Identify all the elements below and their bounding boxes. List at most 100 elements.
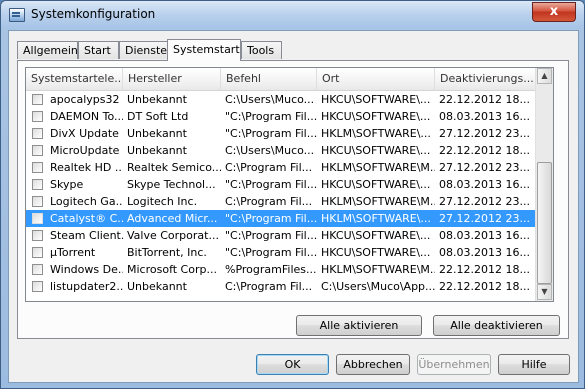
table-row[interactable]: Skype Skype Technol... "C:\Program Fil... H… [26, 176, 536, 193]
startup-item-checkbox[interactable] [32, 179, 43, 190]
startup-item-checkbox[interactable] [32, 111, 43, 122]
column-header-command[interactable]: Befehl [221, 68, 317, 90]
column-header-location[interactable]: Ort [317, 68, 435, 90]
column-header-disabled-date[interactable]: Deaktivierungs... [435, 68, 536, 90]
item-name-cell: MicroUpdate [50, 144, 120, 157]
table-row[interactable]: apocalyps32 Unbekannt C:\Users\Muco... HKCU… [26, 91, 536, 108]
column-header-vendor[interactable]: Hersteller [123, 68, 221, 90]
item-name-cell: Steam Client... [50, 229, 123, 242]
vendor-cell: Unbekannt [127, 127, 187, 140]
startup-item-checkbox[interactable] [32, 94, 43, 105]
vertical-scrollbar[interactable]: ▲ ▼ [535, 68, 553, 301]
chevron-down-icon: ▼ [541, 287, 548, 296]
tab-tools[interactable]: Tools [241, 41, 282, 59]
startup-item-checkbox[interactable] [32, 145, 43, 156]
startup-item-checkbox[interactable] [32, 247, 43, 258]
enable-all-button[interactable]: Alle aktivieren [296, 315, 422, 336]
table-row[interactable]: Steam Client... Valve Corporat... "C:\Prog… [26, 227, 536, 244]
item-name-cell: listupdater2.... [50, 280, 123, 293]
location-cell: HKLM\SOFTWARE\M... [321, 263, 435, 276]
scroll-thumb[interactable] [537, 162, 552, 284]
table-row[interactable]: Logitech Ga... Logitech Inc. C:\Program Fi… [26, 193, 536, 210]
command-cell: C:\Users\Muco... [225, 144, 315, 157]
startup-item-checkbox[interactable] [32, 230, 43, 241]
tab-allgemein[interactable]: Allgemein [17, 41, 78, 59]
item-name-cell: Realtek HD ... [50, 161, 123, 174]
vendor-cell: Skype Technol... [127, 178, 216, 191]
startup-item-checkbox[interactable] [32, 162, 43, 173]
command-cell: %ProgramFiles... [225, 263, 317, 276]
system-config-icon [9, 8, 25, 22]
command-cell: "C:\Program Fil... [225, 110, 317, 123]
disabled-date-cell: 08.03.2013 16... [439, 229, 530, 242]
disable-all-button[interactable]: Alle deaktivieren [433, 315, 560, 336]
vendor-cell: Unbekannt [127, 93, 187, 106]
disabled-date-cell: 08.03.2013 16... [439, 178, 530, 191]
location-cell: HKLM\SOFTWARE\... [321, 127, 431, 140]
help-button[interactable]: Hilfe [498, 354, 570, 375]
vendor-cell: Realtek Semico... [127, 161, 221, 174]
location-cell: HKLM\SOFTWARE\M... [321, 161, 435, 174]
disabled-date-cell: 08.03.2013 16... [439, 246, 530, 259]
tab-systemstart[interactable]: Systemstart [167, 39, 241, 61]
vendor-cell: DT Soft Ltd [127, 110, 189, 123]
startup-items-list[interactable]: Systemstartele... Hersteller Befehl Ort … [25, 67, 554, 302]
table-row[interactable]: Realtek HD ... Realtek Semico... C:\Progra… [26, 159, 536, 176]
command-cell: "C:\Program Fil... [225, 127, 317, 140]
item-name-cell: Catalyst® C... [50, 212, 123, 225]
close-icon: x [549, 4, 559, 19]
item-name-cell: DAEMON To... [50, 110, 123, 123]
title-bar[interactable]: Systemkonfiguration x [1, 1, 584, 29]
command-cell: C:\Program Fil... [225, 161, 313, 174]
apply-button[interactable]: Übernehmen [417, 354, 491, 375]
scroll-up-button[interactable]: ▲ [537, 68, 552, 84]
item-name-cell: DivX Update [50, 127, 119, 140]
vendor-cell: Valve Corporat... [127, 229, 219, 242]
list-header: Systemstartele... Hersteller Befehl Ort … [26, 68, 536, 91]
startup-item-checkbox[interactable] [32, 128, 43, 139]
location-cell: HKLM\SOFTWARE\M... [321, 195, 435, 208]
command-cell: "C:\Program Fil... [225, 212, 317, 225]
location-cell: C:\Users\Muco\App... [321, 280, 435, 293]
startup-item-checkbox[interactable] [32, 196, 43, 207]
table-row[interactable]: µTorrent BitTorrent, Inc. "C:\Program Fil.… [26, 244, 536, 261]
table-row[interactable]: MicroUpdate Unbekannt C:\Users\Muco... HKCU… [26, 142, 536, 159]
vendor-cell: Unbekannt [127, 280, 187, 293]
scroll-down-button[interactable]: ▼ [537, 284, 552, 300]
startup-item-checkbox[interactable] [32, 281, 43, 292]
disabled-date-cell: 22.12.2012 18... [439, 144, 530, 157]
ok-button[interactable]: OK [256, 354, 329, 375]
vendor-cell: Logitech Inc. [127, 195, 198, 208]
command-cell: C:\Users\Muco... [225, 93, 315, 106]
disabled-date-cell: 22.12.2012 18... [439, 280, 530, 293]
startup-item-checkbox[interactable] [32, 264, 43, 275]
table-row[interactable]: Windows De... Microsoft Corp... %ProgramFi… [26, 261, 536, 278]
disabled-date-cell: 27.12.2012 23... [439, 212, 530, 225]
location-cell: HKCU\SOFTWARE\... [321, 246, 431, 259]
disabled-date-cell: 22.12.2012 18... [439, 263, 530, 276]
chevron-up-icon: ▲ [541, 71, 548, 80]
item-name-cell: Logitech Ga... [50, 195, 123, 208]
table-row[interactable]: listupdater2.... Unbekannt C:\Program Fil.… [26, 278, 536, 295]
location-cell: HKLM\SOFTWARE\... [321, 212, 431, 225]
disabled-date-cell: 27.12.2012 23... [439, 161, 530, 174]
vendor-cell: Microsoft Corp... [127, 263, 217, 276]
disabled-date-cell: 22.12.2012 18... [439, 93, 530, 106]
command-cell: "C:\Program Fil... [225, 178, 317, 191]
item-name-cell: apocalyps32 [50, 93, 120, 106]
location-cell: HKCU\SOFTWARE\... [321, 178, 431, 191]
location-cell: HKCU\SOFTWARE\... [321, 229, 431, 242]
close-button[interactable]: x [532, 2, 576, 22]
command-cell: "C:\Program Fil... [225, 229, 317, 242]
column-header-item[interactable]: Systemstartele... [26, 68, 123, 90]
tab-dienste[interactable]: Dienste [119, 41, 168, 59]
window-title: Systemkonfiguration [31, 7, 156, 21]
startup-item-checkbox[interactable] [32, 213, 43, 224]
table-row[interactable]: Catalyst® C... Advanced Micr... "C:\Progra… [26, 210, 536, 227]
tab-start[interactable]: Start [78, 41, 119, 59]
command-cell: C:\Program Fil... [225, 280, 313, 293]
cancel-button[interactable]: Abbrechen [336, 354, 410, 375]
table-row[interactable]: DivX Update Unbekannt "C:\Program Fil... HK… [26, 125, 536, 142]
table-row[interactable]: DAEMON To... DT Soft Ltd "C:\Program Fil..… [26, 108, 536, 125]
location-cell: HKCU\SOFTWARE\... [321, 144, 431, 157]
